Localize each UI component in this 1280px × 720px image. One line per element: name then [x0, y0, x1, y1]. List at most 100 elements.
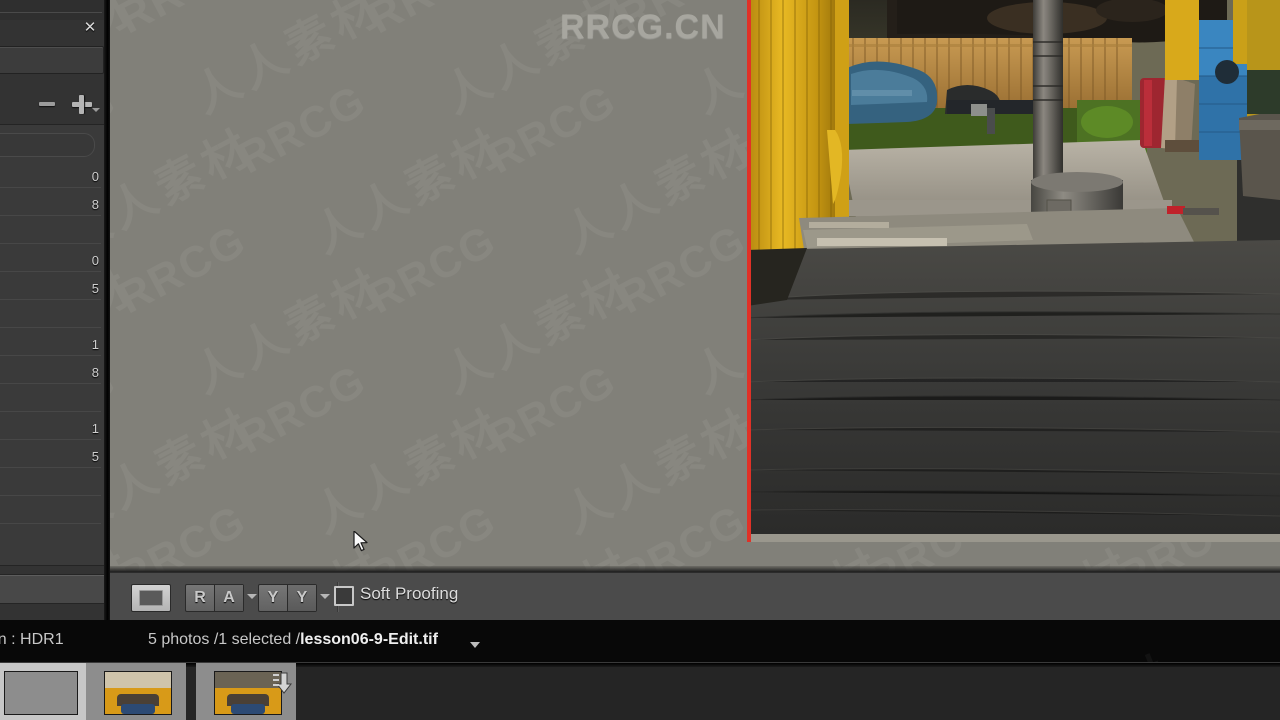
- loupe-view-icon[interactable]: [131, 584, 171, 612]
- panel-header-pill[interactable]: [0, 133, 95, 157]
- filmstrip-top-shadow: [0, 663, 1280, 667]
- watermark-text: 人人素材: [184, 258, 394, 404]
- photo-image: [747, 0, 1280, 542]
- before-after-button[interactable]: R A: [185, 584, 244, 612]
- chevron-down-icon[interactable]: [470, 642, 480, 648]
- slider-track[interactable]: [0, 523, 101, 524]
- watermark-text: RRCG: [110, 0, 255, 44]
- watermark-text: RRCG: [110, 75, 125, 184]
- filmstrip-thumbnail[interactable]: [0, 663, 86, 720]
- watermark-text: 人人素材: [110, 118, 264, 264]
- remove-button[interactable]: [38, 94, 56, 112]
- slider-track[interactable]: [0, 439, 101, 440]
- slider-value: 1: [91, 421, 99, 436]
- slider-value: 0: [91, 253, 99, 268]
- before-after-right-label: A: [214, 585, 243, 611]
- photo-count: 5 photos /1 selected /: [148, 631, 301, 648]
- watermark-text: RRCG: [110, 215, 255, 324]
- watermark-text: RRCG: [480, 75, 625, 184]
- filmstrip-thumbnail[interactable]: [86, 663, 186, 720]
- slider-row[interactable]: 1: [0, 421, 107, 449]
- photo-count-and-filename[interactable]: 5 photos /1 selected /lesson06-9-Edit.ti…: [148, 631, 438, 649]
- slider-row[interactable]: 5: [0, 449, 107, 477]
- slider-value: 5: [91, 449, 99, 464]
- photo-preview[interactable]: [747, 0, 1280, 542]
- add-remove-controls: [24, 92, 104, 118]
- slider-track[interactable]: [0, 215, 101, 216]
- watermark-text: 人人素材: [110, 0, 144, 124]
- slider-row[interactable]: [0, 309, 107, 337]
- slider-track[interactable]: [0, 243, 101, 244]
- chevron-down-icon[interactable]: [320, 594, 330, 599]
- watermark-text: 人人素材: [304, 398, 514, 544]
- panel-top-divider: [0, 0, 110, 20]
- image-work-area[interactable]: RRCG人人素材RRCG人人素材RRCG人人素材RRCG人人素材RRCG人人素材…: [110, 0, 1280, 572]
- slider-track[interactable]: [0, 187, 101, 188]
- chevron-down-icon[interactable]: [92, 108, 100, 112]
- slider-value: 8: [91, 197, 99, 212]
- arrow-cursor: [353, 531, 368, 552]
- slider-row[interactable]: [0, 477, 107, 505]
- download-arrow-icon[interactable]: [273, 671, 293, 695]
- slider-track[interactable]: [0, 299, 101, 300]
- compare-view-button[interactable]: Y Y: [258, 584, 317, 612]
- watermark-text: 人人素材: [554, 118, 764, 264]
- watermark-text: 人人素材: [110, 258, 144, 404]
- watermark-text: RRCG: [110, 495, 255, 572]
- thumbnail-image: [214, 671, 282, 715]
- filmstrip-thumbnail[interactable]: [196, 663, 296, 720]
- watermark-text: 人人素材: [304, 118, 514, 264]
- chevron-down-icon[interactable]: [247, 594, 257, 599]
- develop-toolbar: R A Y Y Soft Proofing: [110, 572, 1280, 621]
- soft-proofing-checkbox[interactable]: [334, 586, 354, 606]
- close-icon[interactable]: [82, 20, 98, 36]
- add-button[interactable]: [72, 94, 94, 116]
- slider-row[interactable]: [0, 393, 107, 421]
- slider-row[interactable]: 8: [0, 197, 107, 225]
- adjustment-panel: 08051815: [0, 124, 108, 566]
- watermark-text: RRCG: [230, 355, 375, 464]
- slider-row[interactable]: [0, 225, 107, 253]
- slider-track[interactable]: [0, 271, 101, 272]
- slider-value: 0: [91, 169, 99, 184]
- slider-track[interactable]: [0, 355, 101, 356]
- watermark-text: RRCG: [360, 495, 505, 572]
- slider-value: 1: [91, 337, 99, 352]
- soft-proofing-label: Soft Proofing: [360, 584, 459, 603]
- slider-row[interactable]: 0: [0, 169, 107, 197]
- watermark-text: RRCG: [110, 355, 125, 464]
- watermark-text: 人人素材: [434, 258, 644, 404]
- history-preset-field[interactable]: 4/19 4:185…: [0, 46, 104, 74]
- slider-row[interactable]: [0, 505, 107, 533]
- left-panel: 4/19 4:185… 08051815 Paste: [0, 0, 110, 660]
- watermark-text: RRCG: [230, 75, 375, 184]
- status-bar: ollection : HDR1 5 photos /1 selected /l…: [0, 620, 1280, 662]
- slider-row[interactable]: 1: [0, 337, 107, 365]
- slider-row[interactable]: 8: [0, 365, 107, 393]
- slider-value: 5: [91, 281, 99, 296]
- thumbnail-image: [104, 671, 172, 715]
- slider-track[interactable]: [0, 327, 101, 328]
- watermark-text: 人人素材: [110, 398, 264, 544]
- watermark-text: RRCG: [360, 215, 505, 324]
- watermark-text: RRCG: [360, 0, 505, 44]
- slider-value: 8: [91, 365, 99, 380]
- watermark-text: RRCG: [480, 355, 625, 464]
- before-after-left-label: R: [194, 589, 206, 606]
- slider-track[interactable]: [0, 495, 101, 496]
- watermark-text: 人人素材: [554, 398, 764, 544]
- photo-guide-line: [747, 0, 751, 542]
- lightroom-window: 4/19 4:185… 08051815 Paste RRCG人人素材RRCG人…: [0, 0, 1280, 720]
- filename: lesson06-9-Edit.tif: [300, 631, 438, 648]
- slider-row[interactable]: 5: [0, 281, 107, 309]
- compare-left-label: Y: [267, 589, 279, 606]
- slider-track[interactable]: [0, 383, 101, 384]
- filmstrip[interactable]: [0, 662, 1280, 720]
- slider-row[interactable]: 0: [0, 253, 107, 281]
- thumbnail-image: [4, 671, 78, 715]
- paste-button[interactable]: Paste: [0, 574, 108, 604]
- watermark-text: RRCG: [610, 495, 755, 572]
- watermark-rrcg-cn: RRCG.CN: [560, 8, 726, 46]
- slider-track[interactable]: [0, 467, 101, 468]
- slider-track[interactable]: [0, 411, 101, 412]
